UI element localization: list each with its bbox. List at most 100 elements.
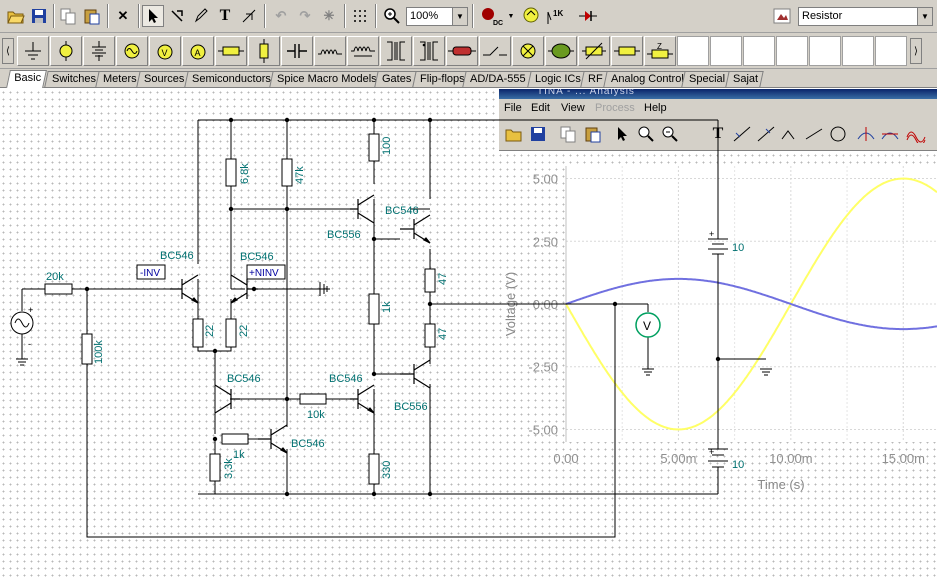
empty-slot (710, 36, 742, 66)
meter-1k-icon[interactable]: 1K (544, 5, 566, 27)
label-bat-bottom: 10 (732, 459, 744, 471)
tab-basic[interactable]: Basic (6, 70, 47, 88)
tab-logic-ics[interactable]: Logic ICs (527, 71, 587, 87)
label-bat2-plus: + (709, 447, 714, 457)
resistor-vertical-icon[interactable] (248, 36, 280, 66)
transformer-icon[interactable] (380, 36, 412, 66)
probe-icon[interactable] (520, 5, 542, 27)
tab-sources[interactable]: Sources (136, 71, 191, 87)
switch-icon[interactable] (479, 36, 511, 66)
label-inv: -INV (140, 268, 160, 279)
ground-icon[interactable] (17, 36, 49, 66)
transistor-q3[interactable] (214, 384, 240, 414)
ammeter-icon[interactable]: A (182, 36, 214, 66)
resistor-10k[interactable] (299, 393, 327, 405)
dc-analysis-button[interactable]: DC (478, 5, 508, 27)
lamp-resistor-icon[interactable] (446, 36, 478, 66)
tab-switches[interactable]: Switches (44, 71, 102, 87)
transistor-q8[interactable] (258, 424, 288, 454)
empty-slot (776, 36, 808, 66)
sine-source-icon[interactable] (116, 36, 148, 66)
transistor-q7[interactable] (400, 359, 431, 389)
label-r-47k: 47k (294, 166, 306, 184)
component-select[interactable]: Resistor ▼ (798, 7, 933, 26)
text-tool-icon[interactable]: T (214, 5, 236, 27)
motor-icon[interactable] (545, 36, 577, 66)
svg-text:V: V (162, 48, 168, 58)
inductor-icon[interactable] (314, 36, 346, 66)
label-r-3-3k: 3,3k (223, 458, 235, 479)
impedance-icon[interactable]: Z (644, 36, 676, 66)
resistor-6-8k[interactable] (225, 158, 237, 187)
label-q8: BC556 (394, 401, 428, 413)
svg-text:1K: 1K (553, 9, 563, 18)
resistor-1k-mid[interactable] (368, 293, 380, 325)
coil-icon[interactable] (347, 36, 379, 66)
potentiometer-icon[interactable] (578, 36, 610, 66)
resistor-22b[interactable] (225, 318, 237, 348)
resistor-330[interactable] (368, 453, 380, 485)
voltage-source-icon[interactable] (50, 36, 82, 66)
label-q6: BC546 (291, 438, 325, 450)
tab-meters[interactable]: Meters (95, 71, 143, 87)
pencil-icon[interactable] (190, 5, 212, 27)
label-r-20k: 20k (46, 271, 64, 283)
delete-icon[interactable]: ✕ (112, 5, 134, 27)
tab-semiconductors[interactable]: Semiconductors (184, 71, 277, 87)
battery-icon[interactable] (83, 36, 115, 66)
label-r-100k: 100k (93, 340, 105, 364)
transistor-q4[interactable] (350, 194, 375, 224)
tab-special[interactable]: Special (681, 71, 731, 87)
diode-icon[interactable] (577, 5, 599, 27)
resistor-20k[interactable] (44, 283, 73, 295)
chevron-down-icon: ▼ (452, 8, 467, 25)
zoom-icon[interactable] (381, 5, 403, 27)
paste-icon[interactable] (81, 5, 103, 27)
wire-tool-icon[interactable] (166, 5, 188, 27)
tab-analog-control[interactable]: Analog Control (603, 71, 690, 87)
resistor-3-3k[interactable] (209, 453, 221, 482)
resistor-47b[interactable] (424, 323, 436, 348)
grid-icon[interactable] (349, 5, 371, 27)
open-folder-icon[interactable] (5, 5, 27, 27)
select-arrow-icon[interactable] (142, 5, 164, 27)
chevron-down-icon[interactable]: ▼ (505, 5, 517, 27)
junction-icon[interactable]: ✳ (318, 5, 340, 27)
transistor-q6[interactable] (350, 384, 375, 414)
resistor-icon[interactable] (215, 36, 247, 66)
transistor-q1[interactable] (170, 274, 199, 304)
redo-icon[interactable]: ↷ (294, 5, 316, 27)
resistor-22a[interactable] (192, 318, 204, 348)
voltmeter-icon[interactable]: V (149, 36, 181, 66)
scroll-left-icon[interactable]: ⟨ (2, 38, 14, 64)
label-q4: BC556 (327, 229, 361, 241)
svg-text:V: V (643, 319, 651, 333)
resistor-100k[interactable] (81, 333, 93, 365)
transformer-alt-icon[interactable] (413, 36, 445, 66)
tab-ad-da-555[interactable]: AD/DA-555 (462, 71, 532, 87)
resistor-1k-low[interactable] (221, 433, 249, 445)
component-properties-icon[interactable] (771, 5, 793, 27)
scroll-right-icon[interactable]: ⟩ (910, 38, 922, 64)
zoom-value: 100% (410, 10, 439, 22)
component-toolbar: ⟨ V A Z ⟩ (0, 33, 937, 69)
copy-icon[interactable] (57, 5, 79, 27)
resistor-47k[interactable] (281, 158, 293, 187)
tab-sajat[interactable]: Sajat (725, 71, 764, 87)
label-r-47b: 47 (437, 328, 449, 340)
undo-icon[interactable]: ↶ (270, 5, 292, 27)
line-tool-icon[interactable] (238, 5, 260, 27)
fuse-icon[interactable] (611, 36, 643, 66)
tab-spice-macro-models[interactable]: Spice Macro Models (269, 71, 383, 87)
svg-text:Z: Z (657, 42, 662, 51)
resistor-47a[interactable] (424, 268, 436, 293)
tab-gates[interactable]: Gates (374, 71, 418, 87)
save-icon[interactable] (28, 5, 50, 27)
capacitor-icon[interactable] (281, 36, 313, 66)
transistor-q5[interactable] (400, 214, 431, 244)
label-ninv: +NINV (249, 268, 279, 279)
zoom-select[interactable]: 100% ▼ (406, 7, 468, 26)
resistor-100[interactable] (368, 133, 380, 162)
label-q5: BC546 (385, 205, 419, 217)
lamp-icon[interactable] (512, 36, 544, 66)
